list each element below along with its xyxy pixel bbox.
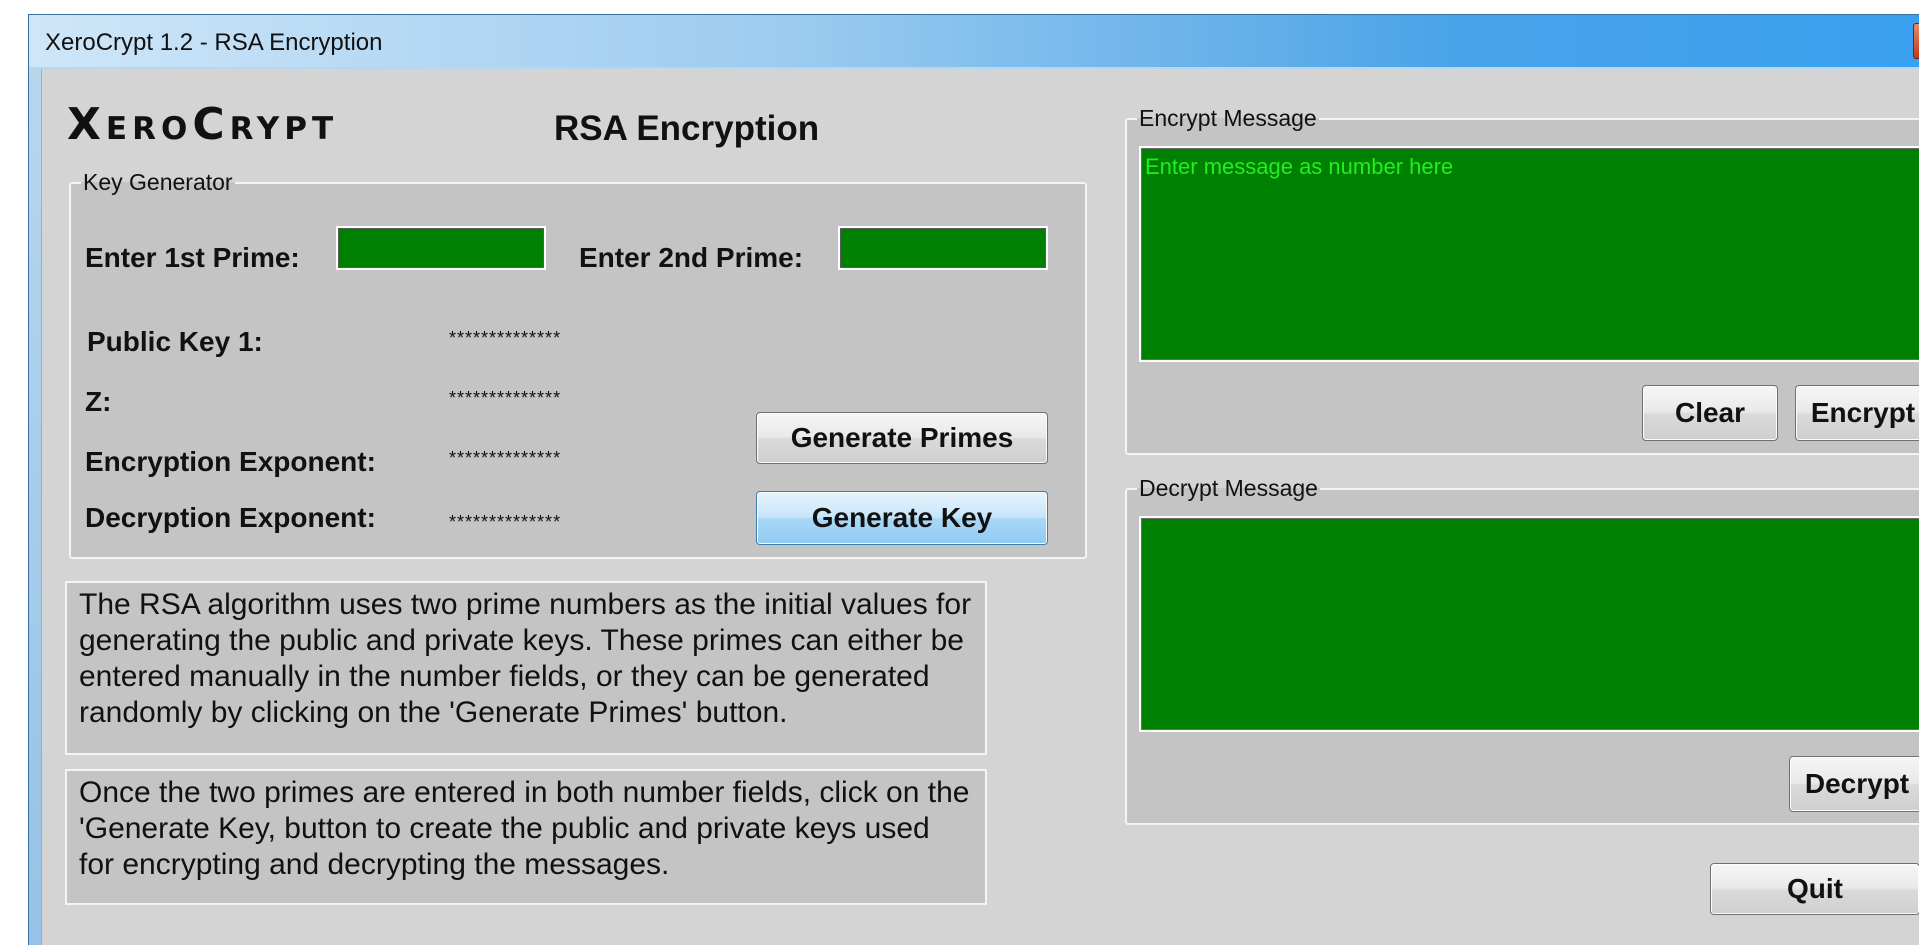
encrypt-message-input[interactable]: Enter message as number here <box>1139 146 1919 362</box>
decrypt-message-group: Decrypt Message Decrypt <box>1125 475 1919 825</box>
page-title: RSA Encryption <box>554 109 820 148</box>
encryption-exponent-value: ************** <box>449 448 562 468</box>
clear-button[interactable]: Clear <box>1642 385 1778 441</box>
decryption-exponent-value: ************** <box>449 512 562 532</box>
prime1-input[interactable] <box>336 226 546 270</box>
generate-primes-button[interactable]: Generate Primes <box>756 412 1048 464</box>
info-text-primes: The RSA algorithm uses two prime numbers… <box>65 581 987 755</box>
decrypt-message-output[interactable] <box>1139 516 1919 732</box>
decrypt-button[interactable]: Decrypt <box>1789 756 1919 812</box>
public-key-value: ************** <box>449 328 562 348</box>
decryption-exponent-label: Decryption Exponent: <box>85 502 376 533</box>
info-text-keys: Once the two primes are entered in both … <box>65 769 987 905</box>
key-generator-legend: Key Generator <box>83 169 233 195</box>
z-value: ************** <box>449 388 562 408</box>
title-bar[interactable]: XeroCrypt 1.2 - RSA Encryption <box>29 15 1919 67</box>
close-icon[interactable] <box>1913 23 1919 59</box>
prime1-label: Enter 1st Prime: <box>85 242 300 273</box>
window-title: XeroCrypt 1.2 - RSA Encryption <box>45 29 383 56</box>
encrypt-button[interactable]: Encrypt <box>1795 385 1919 441</box>
quit-button[interactable]: Quit <box>1710 863 1919 915</box>
encrypt-placeholder: Enter message as number here <box>1145 154 1454 179</box>
app-window: XeroCrypt 1.2 - RSA Encryption XeroCrypt… <box>28 14 1919 945</box>
app-logo: XeroCrypt <box>67 99 339 150</box>
key-generator-group: Key Generator Enter 1st Prime: Enter 2nd… <box>69 169 1087 559</box>
encrypt-message-group: Encrypt Message Enter message as number … <box>1125 105 1919 455</box>
encrypt-message-legend: Encrypt Message <box>1139 105 1317 131</box>
public-key-label: Public Key 1: <box>87 326 263 357</box>
encryption-exponent-label: Encryption Exponent: <box>85 446 376 477</box>
prime2-input[interactable] <box>838 226 1048 270</box>
decrypt-message-legend: Decrypt Message <box>1139 475 1318 501</box>
generate-key-button[interactable]: Generate Key <box>756 491 1048 545</box>
z-label: Z: <box>85 386 112 417</box>
prime2-label: Enter 2nd Prime: <box>579 242 804 273</box>
client-area: XeroCrypt RSA Encryption Key Generator E… <box>41 69 1919 945</box>
